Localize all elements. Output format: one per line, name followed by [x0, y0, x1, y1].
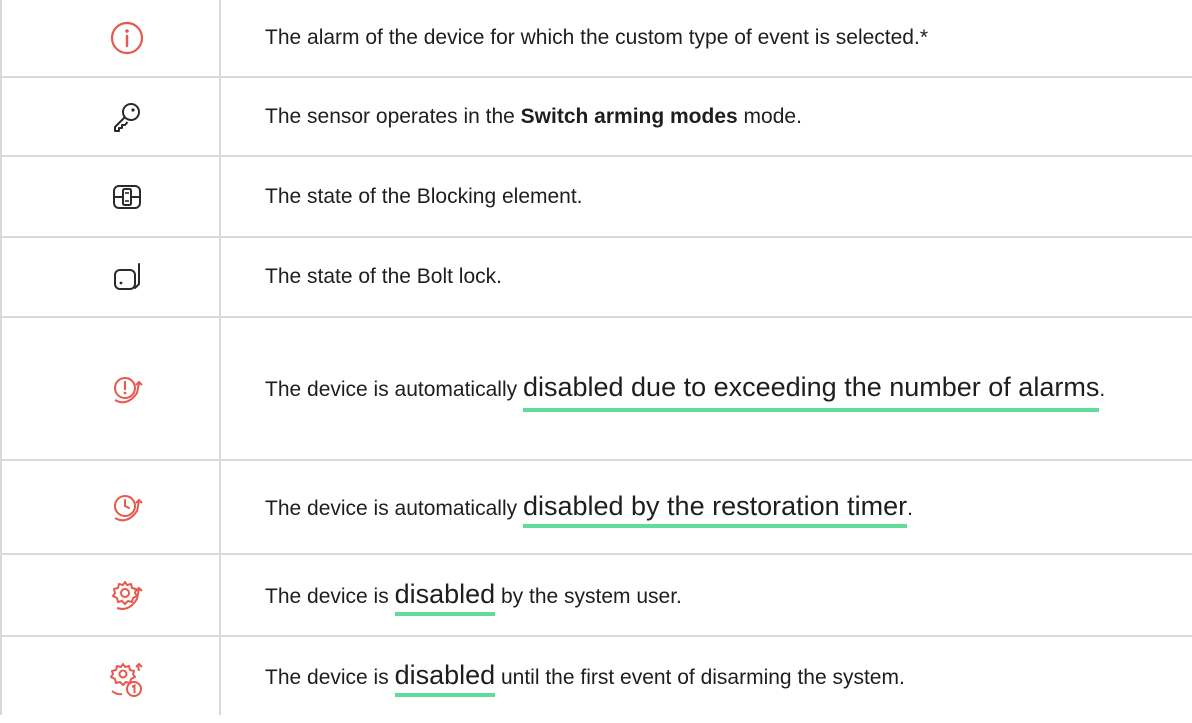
description-cell: The sensor operates in the Switch arming… [265, 78, 1172, 155]
icon-cell [34, 157, 220, 236]
table-row: The device is automatically disabled by … [0, 461, 1192, 555]
gear-disabled-icon [109, 577, 145, 613]
blocking-element-icon [111, 181, 143, 213]
table-row: The sensor operates in the Switch arming… [0, 78, 1192, 157]
description-cell: The state of the Bolt lock. [265, 238, 1172, 316]
table-row: The state of the Bolt lock. [0, 238, 1192, 318]
mode-name: Switch arming modes [520, 104, 738, 128]
icon-cell [34, 637, 220, 723]
disabled-due-to-alarms-link[interactable]: disabled due to exceeding the number of … [522, 372, 1100, 412]
icon-cell [34, 318, 220, 459]
disabled-by-restoration-timer-link[interactable]: disabled by the restoration timer [522, 491, 908, 529]
icon-cell [34, 461, 220, 553]
description-text: The state of the Bolt lock. [265, 265, 502, 289]
alarm-disabled-icon [109, 371, 145, 407]
description-cell: The device is automatically disabled due… [265, 318, 1172, 459]
timer-disabled-icon [109, 489, 145, 525]
description-text: The state of the Blocking element. [265, 184, 583, 208]
table-row: The device is automatically disabled due… [0, 318, 1192, 461]
description-cell: The device is disabled until the first e… [265, 637, 1172, 715]
description-cell: The device is disabled by the system use… [265, 555, 1172, 635]
description-text: The device is automatically disabled due… [265, 360, 1105, 417]
description-cell: The alarm of the device for which the cu… [265, 0, 1172, 76]
icon-cell [34, 0, 220, 76]
info-circle-icon [109, 20, 145, 56]
icon-cell [34, 78, 220, 155]
description-text: The device is automatically disabled by … [265, 489, 913, 529]
key-icon [110, 100, 144, 134]
table-row: The device is disabled by the system use… [0, 555, 1192, 637]
icon-cell [34, 555, 220, 635]
description-text: The device is disabled until the first e… [265, 658, 905, 698]
bolt-lock-icon [110, 260, 144, 294]
disabled-link[interactable]: disabled [394, 579, 496, 617]
table-row: The alarm of the device for which the cu… [0, 0, 1192, 78]
description-text: The device is disabled by the system use… [265, 577, 682, 617]
description-text: The sensor operates in the Switch arming… [265, 104, 802, 128]
disabled-link[interactable]: disabled [394, 660, 496, 698]
icon-cell [34, 238, 220, 316]
table-row: The device is disabled until the first e… [0, 637, 1192, 723]
description-text: The alarm of the device for which the cu… [265, 26, 928, 50]
gear-disarm-disabled-icon [108, 661, 146, 699]
description-cell: The device is automatically disabled by … [265, 461, 1172, 553]
table-row: The state of the Blocking element. [0, 157, 1192, 238]
description-cell: The state of the Blocking element. [265, 157, 1172, 236]
